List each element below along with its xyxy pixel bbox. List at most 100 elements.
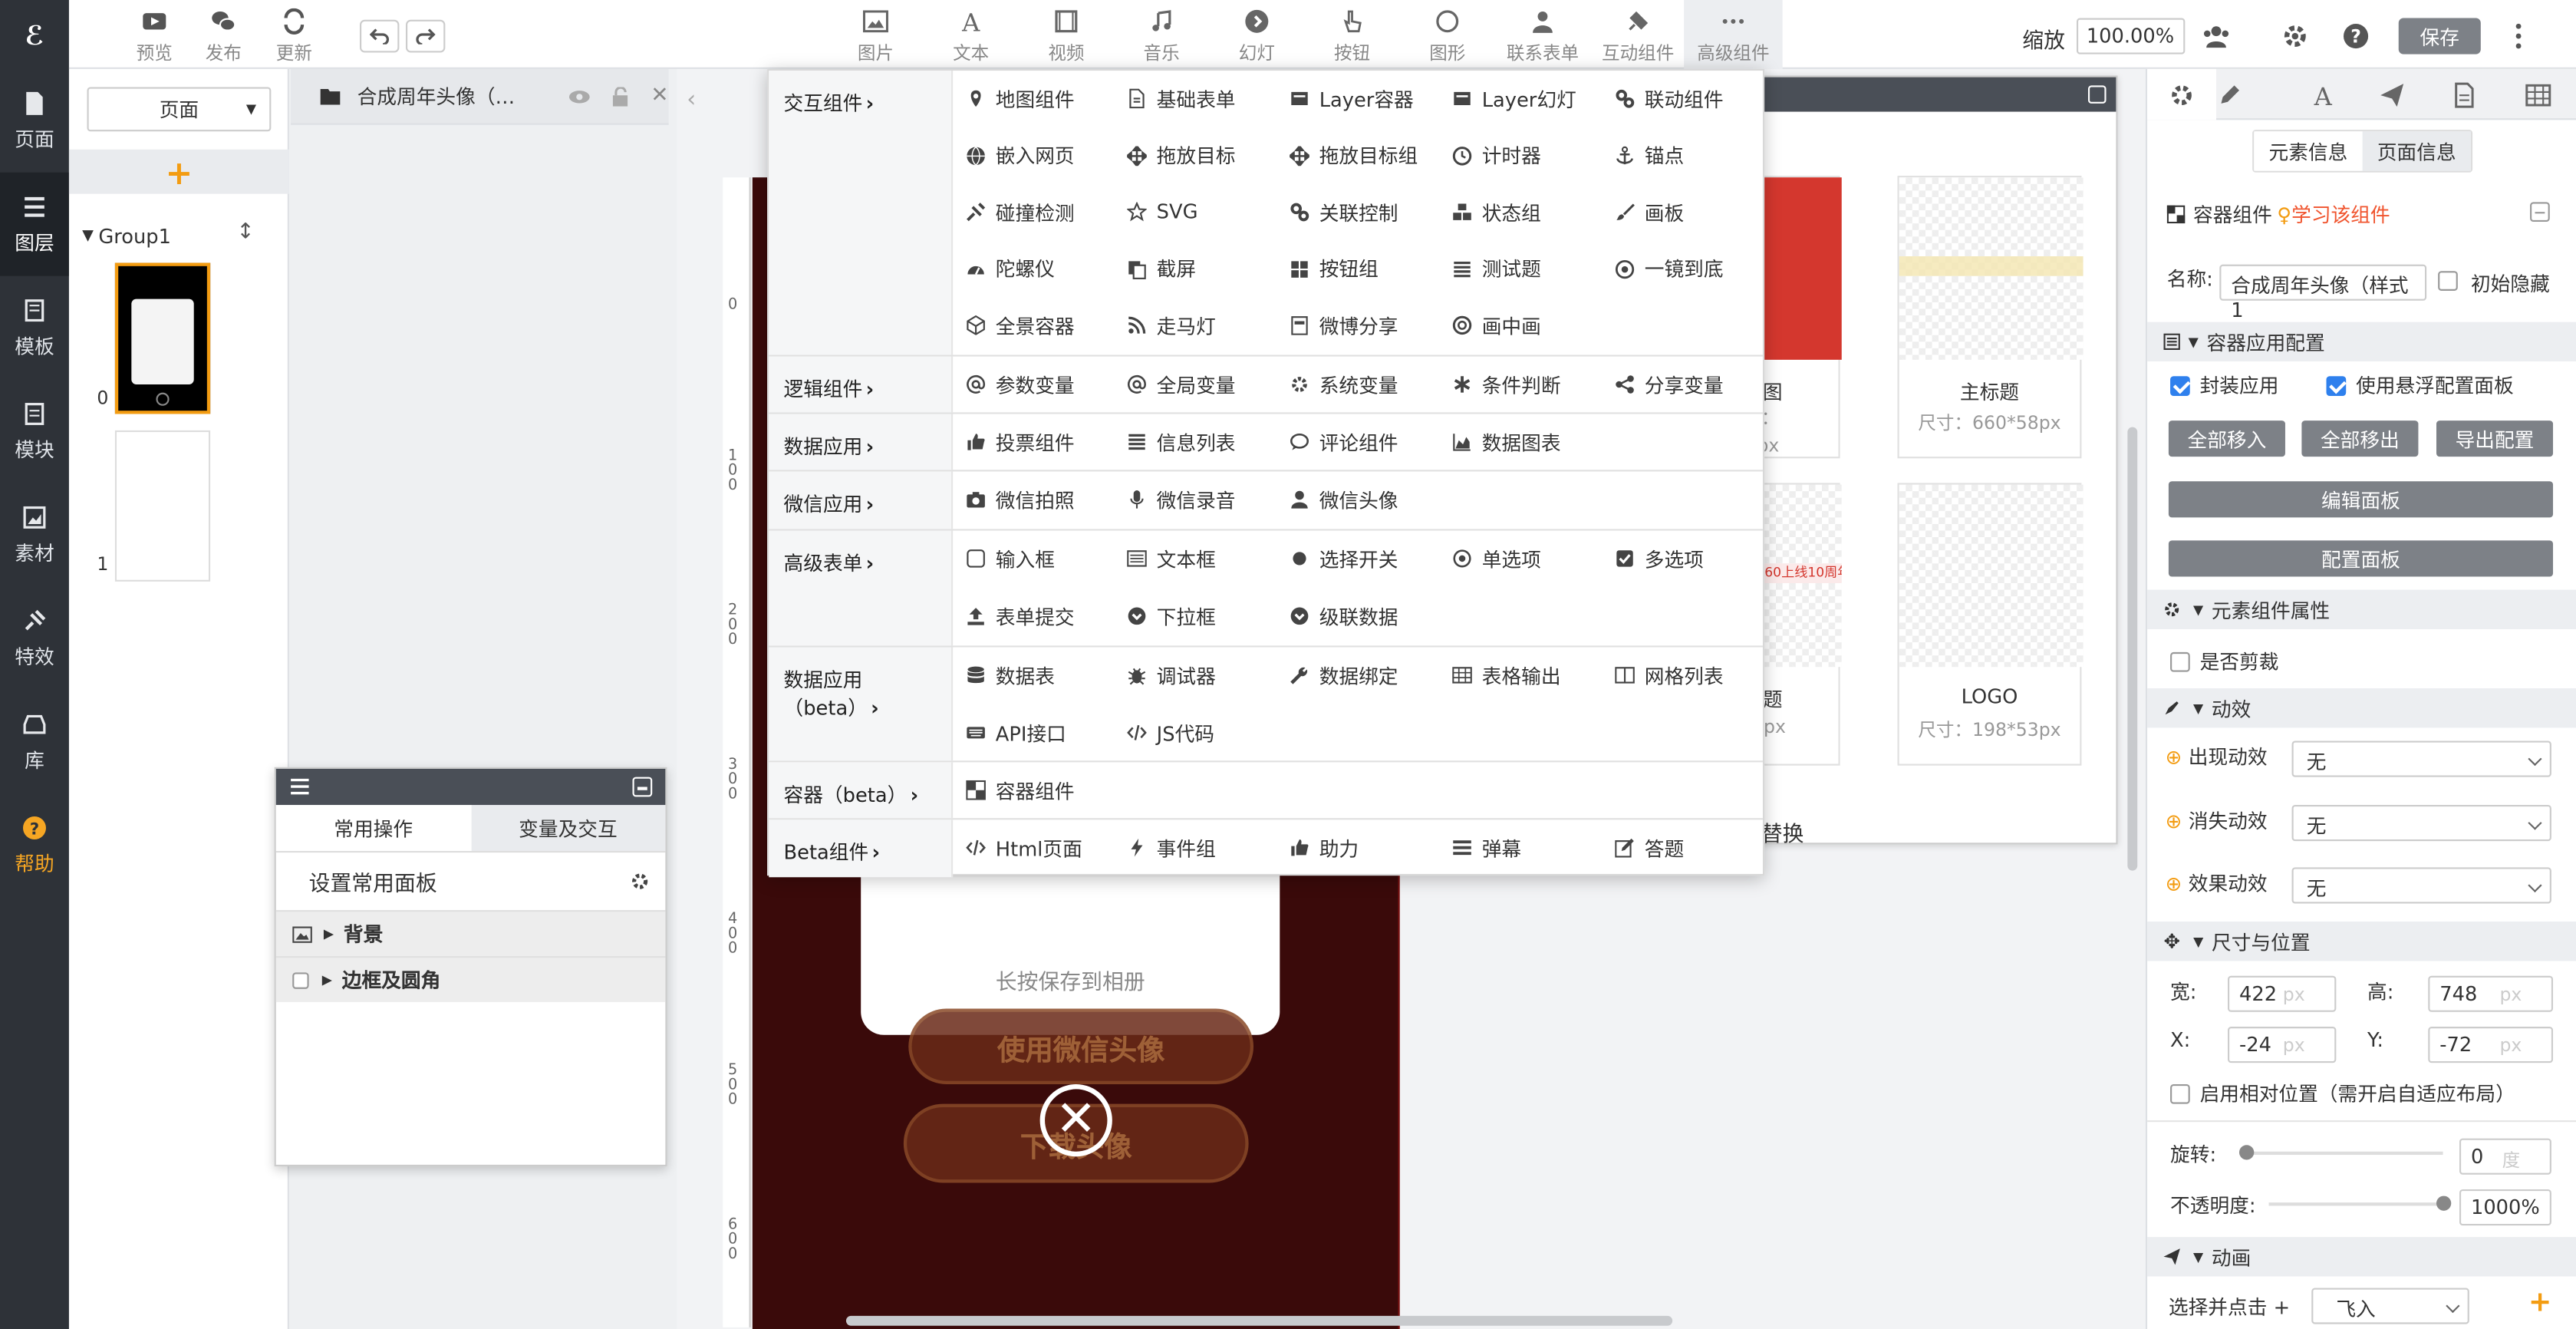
menu-item[interactable]: 地图组件 [966, 75, 1075, 121]
use-wechat-avatar-button[interactable]: 使用微信头像 [908, 1008, 1254, 1084]
element-card[interactable]: 主标题 尺寸：660*58px [1897, 176, 2084, 459]
menu-item[interactable]: 条件判断 [1452, 361, 1561, 407]
y-input[interactable]: -72 px [2428, 1027, 2554, 1064]
gear-icon[interactable] [631, 872, 649, 891]
menu-category[interactable]: 容器（beta） › [769, 762, 954, 819]
menu-item[interactable]: 碰撞检测 [966, 189, 1075, 235]
horizontal-scrollbar[interactable] [845, 1315, 1673, 1326]
tab-element-info[interactable]: 元素信息 [2254, 131, 2363, 171]
unlock-icon[interactable] [611, 86, 628, 106]
toolbar-music-button[interactable]: 音乐 [1112, 7, 1211, 66]
menu-category[interactable]: 数据应用（beta） › [769, 647, 954, 761]
toolbar-plugin-button[interactable]: 互动组件 [1589, 7, 1687, 66]
appear-select[interactable]: 无 [2291, 740, 2551, 777]
group-item[interactable]: ▼ Group1 [82, 225, 171, 248]
menu-item[interactable]: 参数变量 [966, 361, 1075, 407]
toolbar-contact-form-button[interactable]: 联系表单 [1494, 7, 1592, 66]
menu-item[interactable]: API接口 [966, 710, 1066, 756]
menu-item[interactable]: 信息列表 [1127, 419, 1236, 465]
zoom-input[interactable]: 100.00% [2076, 18, 2186, 54]
menu-item[interactable]: 画板 [1615, 189, 1684, 235]
toolbar-shape-button[interactable]: 图形 [1398, 7, 1497, 66]
menu-item[interactable]: 级联数据 [1290, 593, 1398, 639]
menu-item[interactable]: 全景容器 [966, 302, 1075, 348]
effect-select[interactable]: 无 [2291, 867, 2551, 904]
table-icon[interactable] [2525, 82, 2551, 108]
more-vertical-icon[interactable] [2504, 21, 2534, 51]
rotate-input[interactable]: 0度 [2459, 1138, 2551, 1175]
menu-item[interactable]: 计时器 [1452, 132, 1541, 178]
rotate-slider[interactable] [2239, 1145, 2443, 1160]
slider-handle[interactable] [2239, 1145, 2255, 1160]
page-select[interactable]: 页面 ▼ [87, 87, 272, 132]
toolbar-text-button[interactable]: A 文本 [921, 7, 1020, 66]
width-input[interactable]: 422 px [2228, 975, 2337, 1012]
pencil-icon[interactable] [2216, 82, 2242, 108]
app-logo[interactable]: ℰ [0, 0, 69, 69]
menu-item[interactable]: 嵌入网页 [966, 132, 1075, 178]
font-icon[interactable]: A [2310, 82, 2336, 108]
toolbar-preview-button[interactable]: 预览 [121, 7, 187, 66]
menu-category[interactable]: 高级表单 › [769, 530, 954, 646]
menu-item[interactable]: 表单提交 [966, 593, 1075, 639]
menu-category[interactable]: 数据应用 › [769, 414, 954, 470]
menu-item[interactable]: 助力 [1290, 825, 1359, 871]
clip-checkbox[interactable] [2170, 651, 2190, 671]
section-animation[interactable]: ▼ 动画 [2147, 1237, 2576, 1277]
minimize-icon[interactable] [2087, 85, 2107, 104]
gear-icon[interactable] [2281, 21, 2311, 51]
height-input[interactable]: 748 px [2428, 975, 2554, 1012]
menu-item[interactable]: 一镜到底 [1615, 246, 1724, 292]
x-input[interactable]: -24 px [2228, 1027, 2337, 1064]
redo-button[interactable] [405, 19, 446, 53]
close-icon[interactable]: ✕ [651, 84, 668, 108]
move-all-in-button[interactable]: 全部移入 [2168, 420, 2285, 457]
menu-item[interactable]: 下拉框 [1127, 593, 1216, 639]
animation-select[interactable]: 飞入 [2311, 1288, 2469, 1324]
disappear-select[interactable]: 无 [2291, 805, 2551, 842]
tab-page-info[interactable]: 页面信息 [2362, 131, 2471, 171]
menu-item[interactable]: 调试器 [1127, 652, 1216, 698]
menu-item[interactable]: 事件组 [1127, 825, 1216, 871]
menu-item[interactable]: Layer容器 [1290, 75, 1414, 121]
section-element-props[interactable]: ▼ 元素组件属性 [2147, 589, 2576, 629]
menu-item[interactable]: 系统变量 [1290, 361, 1398, 407]
menu-item[interactable]: 数据绑定 [1290, 652, 1398, 698]
nav-item-2[interactable]: 模板 [0, 276, 69, 380]
menu-item[interactable]: 全局变量 [1127, 361, 1236, 407]
menu-item[interactable]: 陀螺仪 [966, 246, 1055, 292]
move-all-out-button[interactable]: 全部移出 [2301, 420, 2419, 457]
menu-item[interactable]: 微博分享 [1290, 302, 1398, 348]
menu-item[interactable]: 关联控制 [1290, 189, 1398, 235]
menu-item[interactable]: 微信录音 [1127, 477, 1236, 523]
menu-item[interactable]: 投票组件 [966, 419, 1075, 465]
background-row[interactable]: ▶ 背景 [275, 910, 666, 957]
add-animation-button[interactable]: + [2528, 1286, 2552, 1319]
file-text-icon[interactable] [2451, 82, 2477, 108]
border-row[interactable]: ▶ 边框及圆角 [275, 956, 666, 1002]
nav-item-1[interactable]: 图层 [0, 172, 69, 276]
section-container-config[interactable]: ▼ 容器应用配置 [2147, 322, 2576, 361]
menu-item[interactable]: 基础表单 [1127, 75, 1236, 121]
undo-button[interactable] [360, 19, 400, 53]
menu-item[interactable]: 按钮组 [1290, 246, 1379, 292]
layer-title[interactable]: 合成周年头像（… [357, 82, 546, 110]
tab-common-ops[interactable]: 常用操作 [275, 805, 471, 851]
tab-variables[interactable]: 变量及交互 [470, 805, 666, 851]
opacity-input[interactable]: 1000% [2459, 1189, 2551, 1226]
nav-item-6[interactable]: 库 [0, 690, 69, 793]
menu-category[interactable]: Beta组件 › [769, 819, 954, 878]
menu-icon[interactable] [291, 778, 309, 795]
toolbar-refresh-button[interactable]: 更新 [262, 7, 328, 66]
add-page-button[interactable]: + [68, 149, 289, 194]
section-size-pos[interactable]: ✥ ▼ 尺寸与位置 [2147, 922, 2576, 961]
menu-item[interactable]: 弹幕 [1452, 825, 1521, 871]
wrap-app-checkbox[interactable] [2170, 375, 2190, 395]
minimize-icon[interactable] [632, 777, 653, 797]
menu-item[interactable]: Layer幻灯 [1452, 75, 1576, 121]
menu-item[interactable]: 选择开关 [1290, 536, 1398, 582]
users-icon[interactable] [2202, 21, 2232, 51]
menu-item[interactable]: 拖放目标组 [1290, 132, 1418, 178]
relative-pos-checkbox[interactable] [2170, 1083, 2190, 1103]
menu-item[interactable]: 测试题 [1452, 246, 1541, 292]
